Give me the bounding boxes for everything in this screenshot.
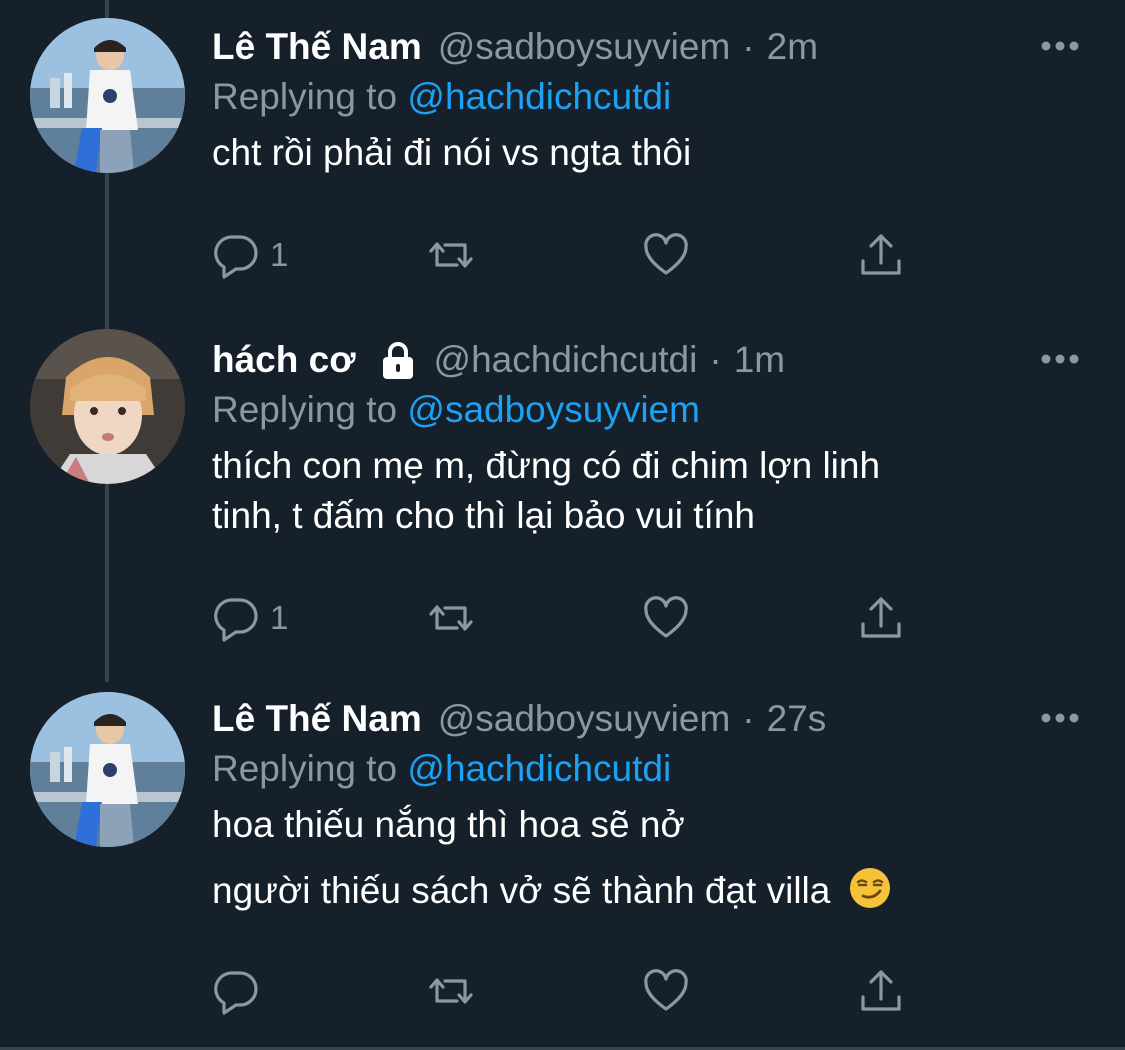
display-name[interactable]: Lê Thế Nam bbox=[212, 22, 422, 72]
username[interactable]: @hachdichcutdi bbox=[434, 335, 698, 385]
avatar[interactable] bbox=[30, 692, 185, 847]
avatar-photo-icon bbox=[30, 692, 185, 847]
avatar-photo-icon bbox=[30, 329, 185, 484]
reply-icon bbox=[214, 598, 258, 642]
share-button[interactable] bbox=[857, 593, 905, 643]
share-button[interactable] bbox=[857, 230, 905, 280]
lock-icon bbox=[382, 342, 413, 379]
reply-icon bbox=[214, 235, 258, 279]
smirking-face-icon bbox=[849, 868, 890, 908]
like-button[interactable] bbox=[642, 593, 690, 643]
tweet-text-line: hoa thiếu nắng thì hoa sẽ nở bbox=[212, 804, 685, 845]
separator-dot: · bbox=[742, 698, 755, 739]
retweet-button[interactable] bbox=[427, 230, 475, 280]
timestamp[interactable]: 2m bbox=[767, 22, 818, 72]
avatar-photo-icon bbox=[30, 18, 185, 173]
reply-button[interactable]: 1 bbox=[212, 593, 288, 643]
tweet-text-line: tinh, t đấm cho thì lại bảo vui tính bbox=[212, 495, 755, 536]
tweet-actions: 1 bbox=[212, 593, 912, 643]
share-button[interactable] bbox=[857, 966, 905, 1016]
display-name[interactable]: Lê Thế Nam bbox=[212, 694, 422, 744]
tweet-text-line: người thiếu sách vở sẽ thành đạt villa bbox=[212, 870, 831, 911]
avatar[interactable] bbox=[30, 329, 185, 484]
replying-to-label: Replying to bbox=[212, 76, 398, 117]
retweet-icon bbox=[429, 242, 473, 268]
reply-button[interactable]: 1 bbox=[212, 230, 288, 280]
tweet-text: cht rồi phải đi nói vs ngta thôi bbox=[212, 128, 1085, 178]
tweet[interactable]: Lê Thế Nam @sadboysuyviem · 27s Replying… bbox=[0, 692, 1125, 1050]
like-button[interactable] bbox=[642, 966, 690, 1016]
tweet-text: hoa thiếu nắng thì hoa sẽ nở người thiếu… bbox=[212, 800, 1085, 916]
timestamp[interactable]: 1m bbox=[734, 335, 785, 385]
share-icon bbox=[861, 970, 901, 1011]
tweet-actions bbox=[212, 966, 912, 1016]
replying-to-link[interactable]: @hachdichcutdi bbox=[407, 748, 671, 789]
reply-icon bbox=[214, 971, 258, 1015]
replying-to: Replying to @hachdichcutdi bbox=[212, 72, 1085, 122]
replying-to-link[interactable]: @hachdichcutdi bbox=[407, 76, 671, 117]
tweet[interactable]: Lê Thế Nam @sadboysuyviem · 2m Replying … bbox=[0, 18, 1125, 318]
more-icon[interactable] bbox=[1035, 339, 1085, 379]
tweet-text-line: cht rồi phải đi nói vs ngta thôi bbox=[212, 132, 692, 173]
tweet-text: thích con mẹ m, đừng có đi chim lợn linh… bbox=[212, 441, 1085, 541]
reply-button[interactable] bbox=[212, 966, 270, 1016]
timestamp[interactable]: 27s bbox=[767, 694, 827, 744]
heart-icon bbox=[644, 969, 688, 1011]
like-button[interactable] bbox=[642, 230, 690, 280]
tweet[interactable]: hách cơ @hachdichcutdi · 1m Replying to … bbox=[0, 329, 1125, 689]
display-name[interactable]: hách cơ bbox=[212, 335, 356, 385]
retweet-button[interactable] bbox=[427, 966, 475, 1016]
replying-to: Replying to @sadboysuyviem bbox=[212, 385, 1085, 435]
replying-to-label: Replying to bbox=[212, 389, 398, 430]
avatar[interactable] bbox=[30, 18, 185, 173]
heart-icon bbox=[644, 596, 688, 638]
share-icon bbox=[861, 234, 901, 275]
heart-icon bbox=[644, 233, 688, 275]
tweet-actions: 1 bbox=[212, 230, 912, 280]
share-icon bbox=[861, 597, 901, 638]
retweet-icon bbox=[429, 978, 473, 1004]
reply-count: 1 bbox=[270, 236, 289, 273]
username[interactable]: @sadboysuyviem bbox=[438, 22, 731, 72]
retweet-icon bbox=[429, 605, 473, 631]
retweet-button[interactable] bbox=[427, 593, 475, 643]
tweet-text-line: thích con mẹ m, đừng có đi chim lợn linh bbox=[212, 445, 881, 486]
replying-to-label: Replying to bbox=[212, 748, 398, 789]
replying-to-link[interactable]: @sadboysuyviem bbox=[407, 389, 700, 430]
reply-count: 1 bbox=[270, 599, 289, 636]
more-icon[interactable] bbox=[1035, 698, 1085, 738]
separator-dot: · bbox=[709, 339, 722, 380]
separator-dot: · bbox=[742, 26, 755, 67]
username[interactable]: @sadboysuyviem bbox=[438, 694, 731, 744]
more-icon[interactable] bbox=[1035, 26, 1085, 66]
tweet-text-line-wrap: người thiếu sách vở sẽ thành đạt villa bbox=[212, 866, 1085, 916]
tweet-thread: Lê Thế Nam @sadboysuyviem · 2m Replying … bbox=[0, 0, 1125, 1050]
replying-to: Replying to @hachdichcutdi bbox=[212, 744, 1085, 794]
